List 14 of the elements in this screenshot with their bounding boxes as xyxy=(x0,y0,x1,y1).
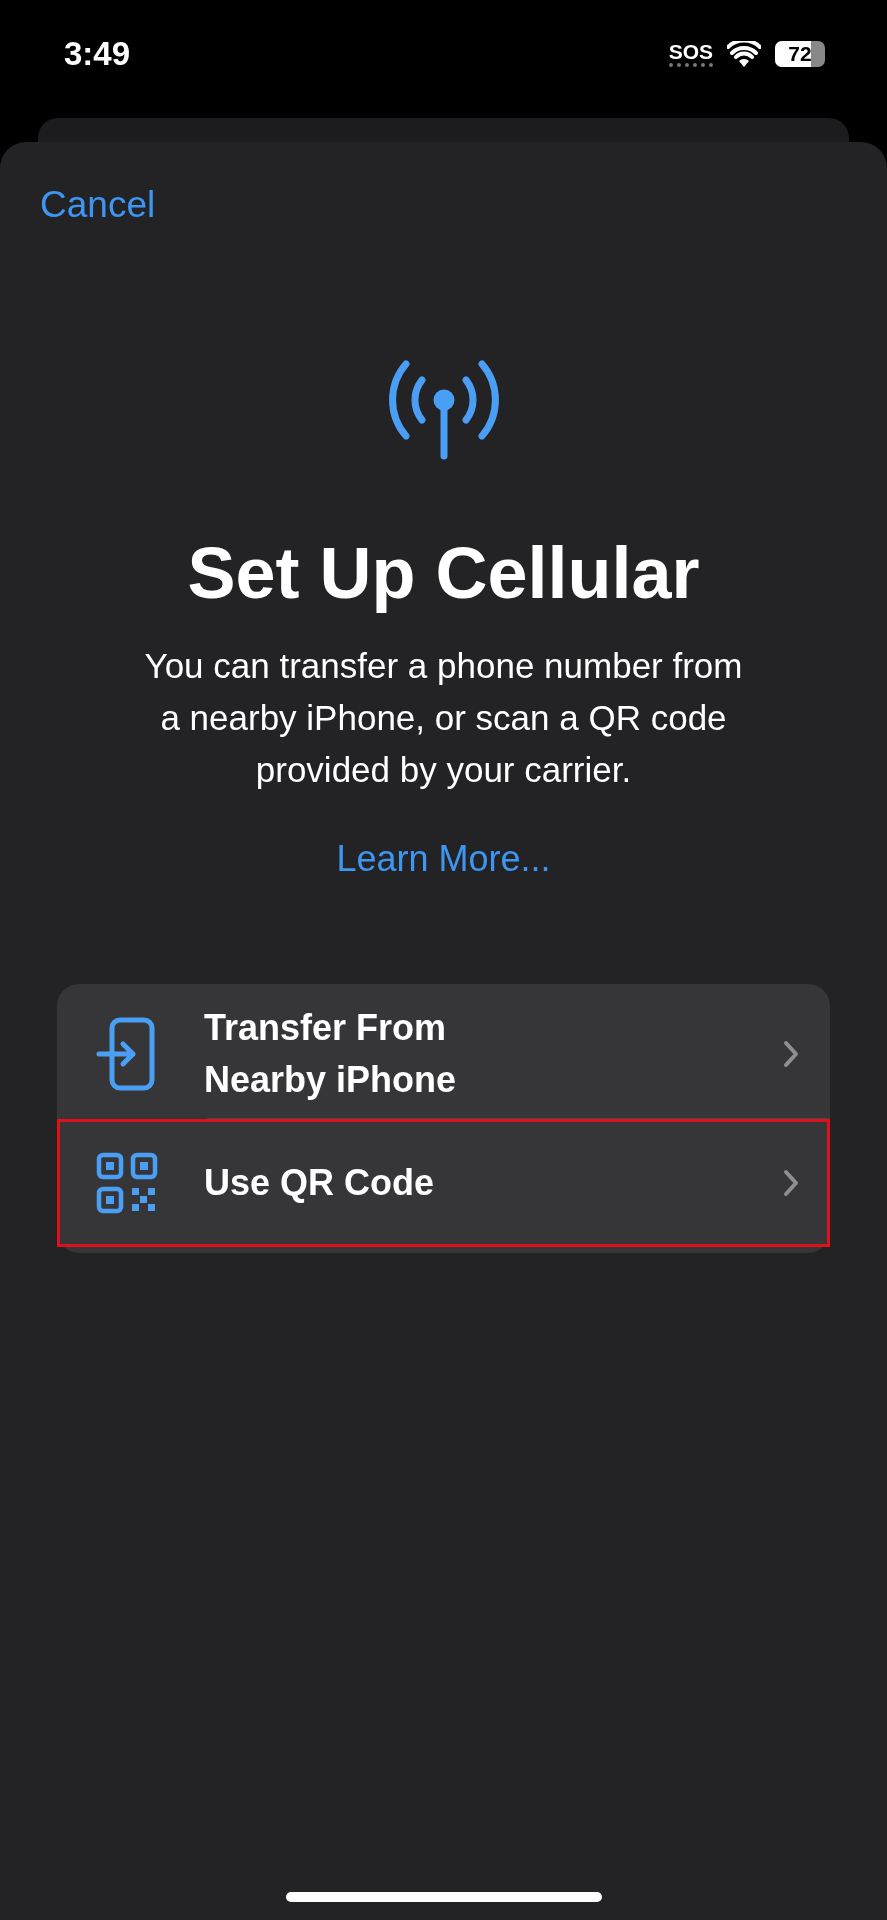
option-row[interactable]: Use QR Code xyxy=(57,1119,830,1247)
phone-arrow-icon xyxy=(96,1017,158,1091)
qr-code-icon xyxy=(96,1152,158,1214)
chevron-icon xyxy=(783,1040,799,1068)
status-time: 3:49 xyxy=(64,35,131,73)
cancel-button[interactable]: Cancel xyxy=(40,184,156,226)
learn-more-link[interactable]: Learn More... xyxy=(336,838,551,880)
description-text: You can transfer a phone number from a nearby iPhone, or scan a QR code provided by your carrier. xyxy=(143,645,744,791)
option-row[interactable]: Transfer From Nearby iPhone xyxy=(57,990,830,1118)
wifi-icon xyxy=(727,41,761,67)
chevron-icon xyxy=(783,1169,799,1197)
sos-indicator: SOS xyxy=(668,41,713,67)
battery-indicator: 72 xyxy=(775,41,825,67)
page-title: Set Up Cellular xyxy=(187,532,700,614)
